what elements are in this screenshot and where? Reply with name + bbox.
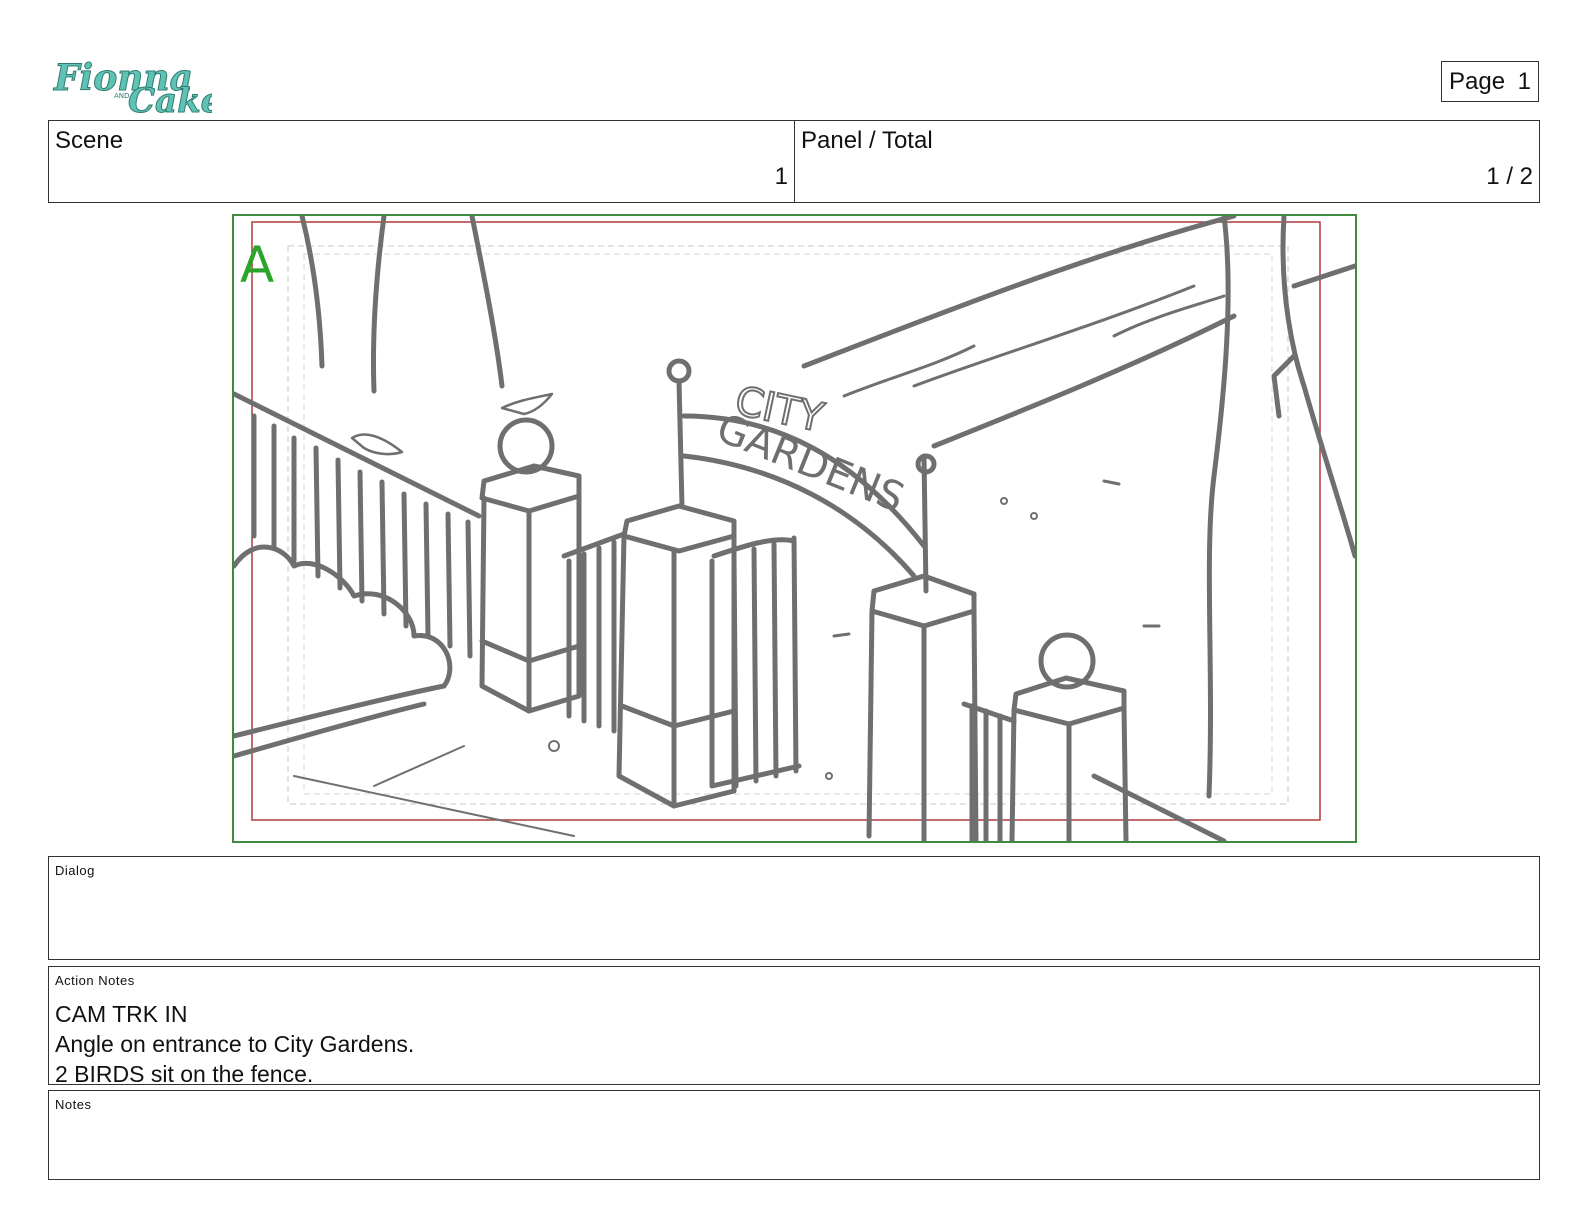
page-number: 1	[1517, 67, 1531, 95]
fionna-and-cake-logo: Fionna AND Cake	[52, 48, 223, 122]
dialog-label: Dialog	[55, 863, 95, 878]
title-safe-guide-outer	[287, 245, 1289, 805]
panel-sketch: CITY GARDENS A	[234, 216, 1355, 841]
scene-panel-table: Scene 1 Panel / Total 1 / 2	[48, 120, 1540, 203]
page-number-box: Page 1	[1441, 61, 1539, 102]
scene-cell: Scene 1	[49, 121, 795, 202]
panel-cell: Panel / Total 1 / 2	[795, 121, 1539, 202]
panel-marker: A	[240, 236, 274, 294]
page-label: Page	[1449, 67, 1506, 95]
scene-label: Scene	[55, 127, 124, 154]
action-notes-box: Action Notes CAM TRK IN Angle on entranc…	[48, 966, 1540, 1087]
action-notes-text: CAM TRK IN Angle on entrance to City Gar…	[55, 999, 414, 1089]
action-note-line: Angle on entrance to City Gardens.	[55, 1031, 415, 1057]
panel-label: Panel / Total	[801, 127, 933, 154]
action-safe-frame	[251, 221, 1321, 821]
notes-box: Notes	[48, 1090, 1540, 1180]
panel-value: 1 / 2	[1486, 163, 1533, 190]
action-notes-label: Action Notes	[55, 973, 135, 988]
dialog-box: Dialog	[48, 856, 1540, 960]
logo-word-2: Cake	[128, 81, 212, 116]
action-note-line: 2 BIRDS sit on the fence.	[55, 1061, 314, 1087]
scene-value: 1	[774, 163, 788, 190]
notes-label: Notes	[55, 1097, 92, 1112]
storyboard-panel: CITY GARDENS A	[232, 214, 1357, 843]
action-note-line: CAM TRK IN	[55, 1001, 188, 1027]
sketch-lines	[234, 216, 1355, 841]
